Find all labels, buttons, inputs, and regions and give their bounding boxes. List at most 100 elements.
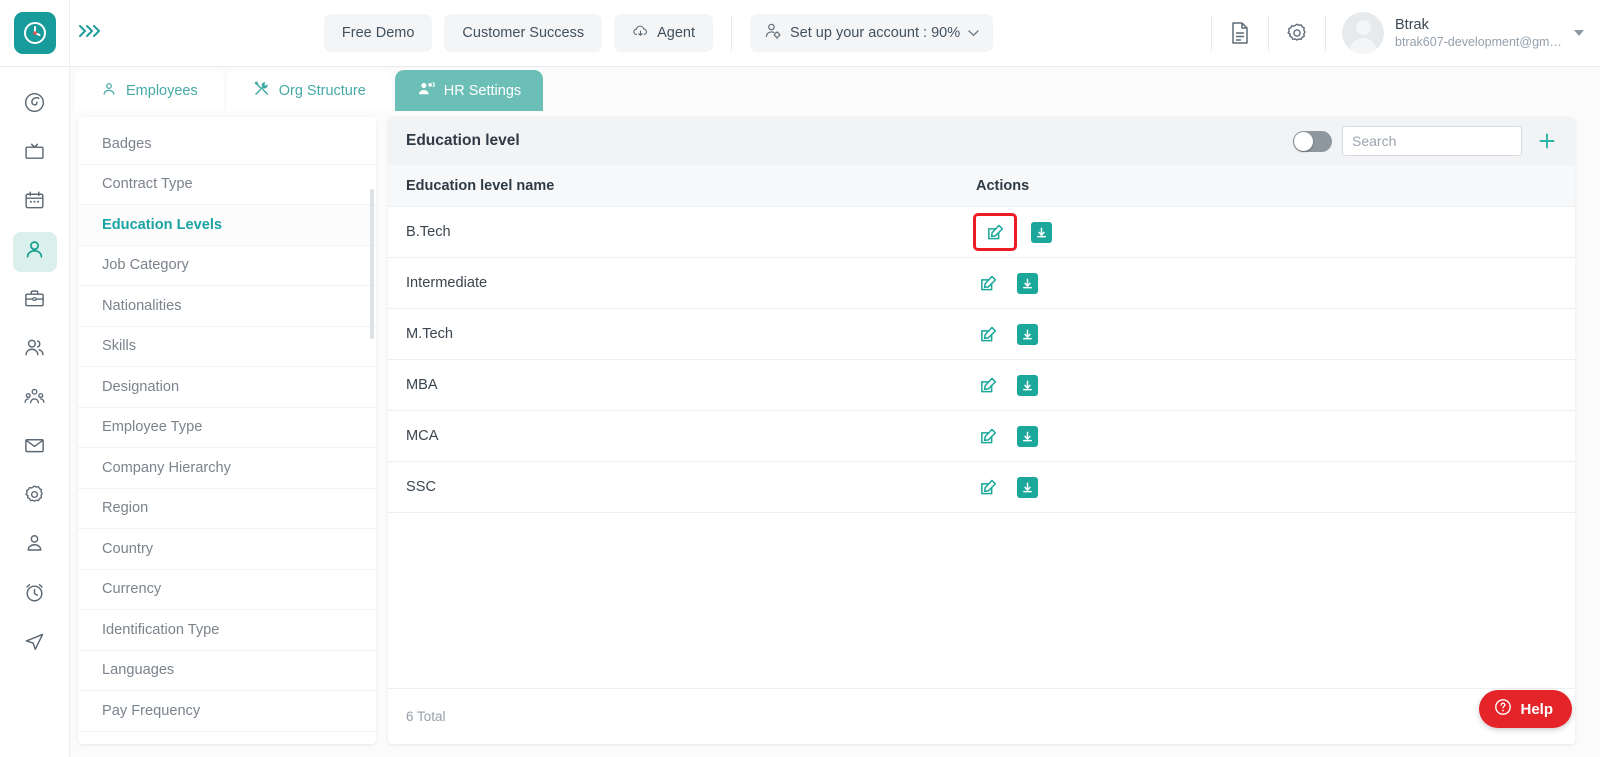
avatar <box>1342 12 1384 54</box>
sidebar-item-mail[interactable] <box>13 428 57 468</box>
edit-pencil-icon[interactable] <box>976 373 1000 397</box>
cell-education-level-name: M.Tech <box>406 326 454 342</box>
sidebar-item-teams[interactable] <box>13 330 57 370</box>
sidebar-item-contract-type[interactable]: Contract Type <box>78 165 376 205</box>
brand-cell <box>0 0 70 67</box>
tab-hr-settings[interactable]: HR Settings <box>394 70 544 111</box>
org-group-icon <box>23 385 46 413</box>
sidebar-item-skills[interactable]: Skills <box>78 327 376 367</box>
customer-success-label: Customer Success <box>462 25 585 41</box>
sidebar-item-company-hierarchy[interactable]: Company Hierarchy <box>78 448 376 489</box>
sidebar-item-settings[interactable] <box>13 477 57 517</box>
table-row[interactable]: SSC <box>388 462 1575 513</box>
table-row[interactable]: MBA <box>388 360 1575 411</box>
users-gear-icon <box>417 80 435 102</box>
tab-org-structure[interactable]: Org Structure <box>226 70 392 111</box>
sidebar-item-org[interactable] <box>13 379 57 419</box>
left-nav-rail <box>0 67 70 757</box>
account-setup-dropdown[interactable]: Set up your account : 90% <box>750 14 994 52</box>
sidebar-item-employee-type[interactable]: Employee Type <box>78 408 376 448</box>
edit-pencil-icon[interactable] <box>976 424 1000 448</box>
people-icon <box>23 336 46 364</box>
header-divider-1 <box>731 15 733 51</box>
gear-icon[interactable] <box>1275 11 1319 55</box>
cell-actions <box>976 373 1176 397</box>
expand-chevrons-icon[interactable] <box>78 23 112 43</box>
hr-settings-scroll[interactable]: Badges Contract Type Education Levels Jo… <box>78 117 376 744</box>
sidebar-item-country[interactable]: Country <box>78 529 376 570</box>
edit-pencil-icon[interactable] <box>976 271 1000 295</box>
user-profile-icon <box>23 532 46 560</box>
sidebar-item-label: Currency <box>102 581 162 598</box>
sidebar-item-job-category[interactable]: Job Category <box>78 246 376 286</box>
table-row[interactable]: B.Tech <box>388 207 1575 258</box>
sidebar-item-currency[interactable]: Currency <box>78 570 376 610</box>
table-body: B.Tech Intermediate M.Tech MBA MCA SSC <box>388 207 1575 688</box>
sidebar-item-jobs[interactable] <box>13 281 57 321</box>
table-row[interactable]: M.Tech <box>388 309 1575 360</box>
sidebar-item-label: Designation <box>102 378 180 395</box>
tools-icon <box>253 80 270 101</box>
free-demo-label: Free Demo <box>341 25 415 41</box>
hr-settings-list-panel: Badges Contract Type Education Levels Jo… <box>78 117 376 744</box>
sidebar-item-send[interactable] <box>13 624 57 664</box>
free-demo-button[interactable]: Free Demo <box>323 14 433 52</box>
sidebar-item-employees[interactable] <box>12 232 57 272</box>
calendar-icon <box>23 189 46 217</box>
account-setup-label: Set up your account : 90% <box>790 25 961 41</box>
archive-down-icon[interactable] <box>1017 374 1038 396</box>
edit-pencil-icon[interactable] <box>976 322 1000 346</box>
cell-actions <box>976 322 1176 346</box>
total-count-label: 6 Total <box>406 709 446 724</box>
archive-down-icon[interactable] <box>1017 323 1038 345</box>
page-body: Badges Contract Type Education Levels Jo… <box>70 111 1600 757</box>
alarm-clock-icon <box>23 581 46 609</box>
user-name: Btrak <box>1395 16 1429 33</box>
header-divider-4 <box>1325 15 1326 51</box>
briefcase-icon <box>23 287 46 315</box>
help-button[interactable]: Help <box>1479 690 1572 728</box>
agent-button[interactable]: Agent <box>614 14 714 52</box>
sidebar-item-nationalities[interactable]: Nationalities <box>78 286 376 327</box>
sidebar-item-languages[interactable]: Languages <box>78 651 376 691</box>
sidebar-item-calendar[interactable] <box>13 183 57 223</box>
clock-logo-icon[interactable] <box>13 12 56 54</box>
sidebar-item-attendance[interactable] <box>13 575 57 615</box>
cell-education-level-name: MBA <box>406 377 438 393</box>
archive-down-icon[interactable] <box>1017 425 1038 447</box>
sidebar-item-board[interactable] <box>13 134 57 174</box>
chevron-down-icon[interactable] <box>1574 30 1584 36</box>
sidebar-item-label: Nationalities <box>102 297 182 314</box>
user-profile-menu[interactable]: Btrak btrak607-development@gm… <box>1332 12 1600 54</box>
sidebar-item-badges[interactable]: Badges <box>78 124 376 165</box>
column-header-actions: Actions <box>976 177 1030 194</box>
edit-pencil-icon[interactable] <box>973 213 1017 251</box>
table-row[interactable]: Intermediate <box>388 258 1575 309</box>
sidebar-item-pay-frequency[interactable]: Pay Frequency <box>78 691 376 732</box>
table-footer: 6 Total <box>388 688 1575 744</box>
sidebar-item-profile[interactable] <box>13 526 57 566</box>
sidebar-item-label: Skills <box>102 338 137 355</box>
sidebar-item-region[interactable]: Region <box>78 489 376 529</box>
sidebar-item-education-levels[interactable]: Education Levels <box>78 205 376 246</box>
archive-toggle[interactable] <box>1293 130 1332 152</box>
sidebar-item-label: Identification Type <box>102 621 220 638</box>
customer-success-button[interactable]: Customer Success <box>444 14 603 52</box>
tab-org-structure-label: Org Structure <box>278 82 366 99</box>
edit-pencil-icon[interactable] <box>976 475 1000 499</box>
education-level-card: Education level Education level name Act… <box>388 117 1575 744</box>
document-icon[interactable] <box>1218 11 1262 55</box>
tab-employees[interactable]: Employees <box>75 70 224 111</box>
search-input[interactable] <box>1342 126 1522 156</box>
sidebar-item-label: Languages <box>102 662 175 679</box>
settings-scrollbar[interactable] <box>370 189 374 339</box>
archive-down-icon[interactable] <box>1031 221 1052 243</box>
sidebar-item-designation[interactable]: Designation <box>78 367 376 408</box>
table-row[interactable]: MCA <box>388 411 1575 462</box>
sidebar-item-identification-type[interactable]: Identification Type <box>78 610 376 651</box>
header-divider-2 <box>1211 15 1212 51</box>
sidebar-item-dashboard[interactable] <box>13 85 57 125</box>
add-button[interactable] <box>1532 126 1562 156</box>
archive-down-icon[interactable] <box>1017 476 1038 498</box>
archive-down-icon[interactable] <box>1017 272 1038 294</box>
